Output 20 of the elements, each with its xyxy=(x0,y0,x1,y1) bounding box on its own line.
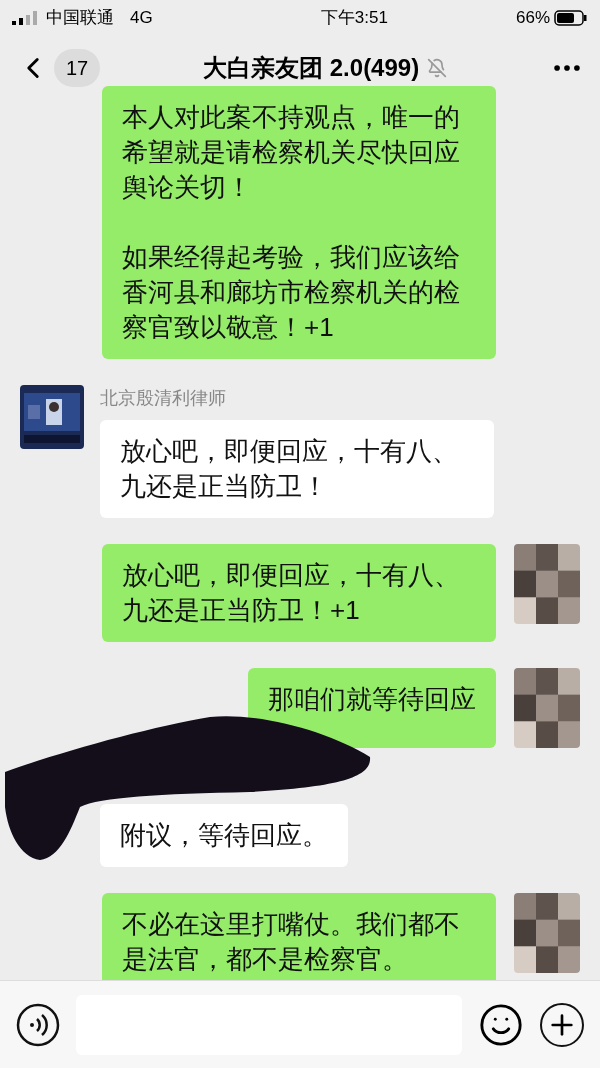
message-bubble[interactable]: 附议，等待回应。 xyxy=(100,804,348,867)
voice-icon[interactable] xyxy=(16,1002,60,1047)
network-type: 4G xyxy=(130,7,153,30)
plus-icon[interactable] xyxy=(540,1002,584,1047)
message-bubble[interactable]: 本人对此案不持观点，唯一的希望就是请检察机关尽快回应舆论关切！ 如果经得起考验，我们应该给香河县和廊坊市检察机关的检察官致以敬意！+1 xyxy=(102,86,496,359)
signal-icon xyxy=(12,11,38,25)
unread-count: 17 xyxy=(54,49,101,87)
back-button[interactable]: 17 xyxy=(16,49,101,87)
message-bubble[interactable]: 不必在这里打嘴仗。我们都不是法官，都不是检察官。 xyxy=(102,893,496,980)
sender-name: 北京殷清利律师 xyxy=(100,387,227,410)
chat-title: 大白亲友团 2.0(499) xyxy=(203,53,420,83)
battery-percent: 66% xyxy=(515,7,550,30)
mute-icon xyxy=(427,58,448,78)
emoji-icon[interactable] xyxy=(478,1001,524,1048)
message-bubble[interactable]: 放心吧，即便回应，十有八、九还是正当防卫！+1 xyxy=(102,544,496,642)
message-bubble[interactable]: 那咱们就等待回应 xyxy=(248,668,496,748)
message-bubble[interactable]: 放心吧，即便回应，十有八、九还是正当防卫！ xyxy=(100,420,494,518)
battery-icon xyxy=(554,10,588,26)
clock: 下午3:51 xyxy=(320,7,388,30)
carrier-name: 中国联通 xyxy=(46,7,114,30)
